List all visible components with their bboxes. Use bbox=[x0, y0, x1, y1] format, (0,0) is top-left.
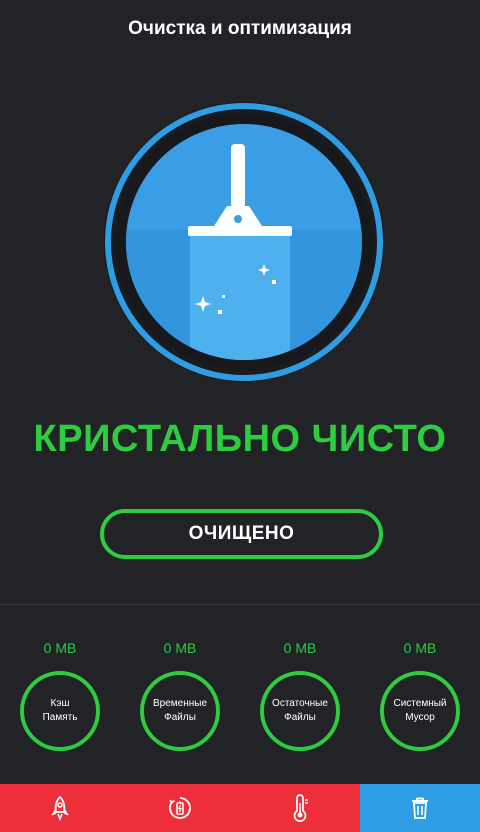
rocket-icon bbox=[51, 795, 69, 821]
cleaned-button-label: ОЧИЩЕНО bbox=[188, 523, 295, 544]
thermometer-icon bbox=[293, 794, 308, 822]
clean-status-graphic bbox=[102, 100, 386, 384]
category-ring[interactable]: Кэш Память bbox=[20, 671, 100, 751]
broom-icon bbox=[104, 102, 384, 382]
category-ring[interactable]: Временные Файлы bbox=[140, 671, 220, 751]
category-label: Временные bbox=[152, 698, 208, 709]
category-label: Мусор bbox=[405, 712, 435, 723]
cleaned-button[interactable]: ОЧИЩЕНО bbox=[100, 509, 383, 559]
nav-battery[interactable] bbox=[120, 784, 240, 832]
nav-boost[interactable] bbox=[0, 784, 120, 832]
category-size: 0 MB bbox=[283, 640, 317, 656]
category-ring[interactable]: Системный Мусор bbox=[380, 671, 460, 751]
category-label: Файлы bbox=[164, 712, 196, 723]
category-size: 0 MB bbox=[403, 640, 437, 656]
category-cache[interactable]: 0 MB Кэш Память bbox=[10, 630, 110, 780]
page-title: Очистка и оптимизация bbox=[128, 18, 352, 39]
category-size: 0 MB bbox=[43, 640, 77, 656]
status-headline: КРИСТАЛЬНО ЧИСТО bbox=[33, 418, 447, 460]
category-residual-files[interactable]: 0 MB Остаточные Файлы bbox=[250, 630, 350, 780]
junk-categories: 0 MB Кэш Память 0 MB Временные Файлы 0 M… bbox=[0, 630, 480, 780]
trash-icon bbox=[412, 797, 428, 819]
category-system-junk[interactable]: 0 MB Системный Мусор bbox=[370, 630, 470, 780]
category-label: Системный bbox=[393, 698, 447, 709]
bottom-nav-right bbox=[360, 784, 480, 832]
bottom-nav bbox=[0, 784, 480, 832]
battery-icon bbox=[169, 797, 191, 819]
nav-cleaner[interactable] bbox=[360, 784, 480, 832]
category-size: 0 MB bbox=[163, 640, 197, 656]
bottom-nav-left bbox=[0, 784, 360, 832]
nav-cooler[interactable] bbox=[240, 784, 360, 832]
category-label: Кэш bbox=[50, 698, 70, 709]
category-ring[interactable]: Остаточные Файлы bbox=[260, 671, 340, 751]
category-label: Файлы bbox=[284, 712, 316, 723]
divider bbox=[0, 604, 480, 605]
app-screen: Очистка и оптимизация КРИСТАЛЬНО ЧИСТО О… bbox=[0, 0, 480, 832]
category-label: Остаточные bbox=[272, 698, 328, 709]
category-label: Память bbox=[42, 712, 78, 723]
category-temp-files[interactable]: 0 MB Временные Файлы bbox=[130, 630, 230, 780]
